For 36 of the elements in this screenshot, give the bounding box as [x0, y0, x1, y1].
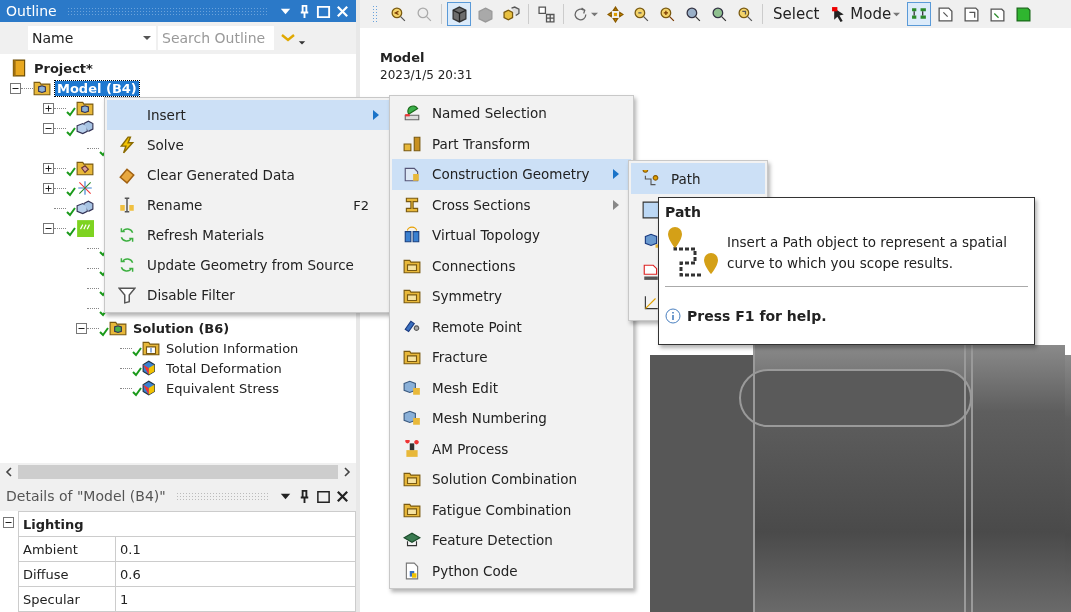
- shortcut-label: F2: [353, 197, 369, 213]
- timestamp: 2023/1/5 20:31: [380, 68, 474, 82]
- menu-label: Solution Combination: [432, 471, 579, 488]
- menu-label: Insert: [147, 107, 187, 123]
- menu-label: Python Code: [432, 562, 519, 579]
- menu-label: Cross Sections: [432, 196, 532, 213]
- menu-label: Symmetry: [432, 288, 503, 305]
- menu-label: Path: [671, 170, 702, 187]
- menu-label: AM Process: [432, 440, 510, 457]
- menu-label: Remote Point: [432, 318, 523, 335]
- menu-label: Feature Detection: [432, 532, 554, 549]
- help-text: Press F1 for help.: [687, 307, 827, 324]
- property-name: Diffuse: [19, 562, 116, 586]
- menu-label: Rename: [147, 197, 204, 213]
- menu-label: Part Transform: [432, 135, 532, 152]
- menu-label: Clear Generated Data: [147, 167, 296, 183]
- menu-label: Connections: [432, 257, 517, 274]
- menu-label: Disable Filter: [147, 287, 236, 303]
- menu-label: Fatigue Combination: [432, 501, 573, 518]
- model-title: Model: [380, 50, 426, 65]
- group-label: Lighting: [22, 516, 84, 532]
- panel-title: Outline: [6, 3, 57, 19]
- menu-label: Named Selection: [432, 105, 548, 122]
- property-name: Specular: [19, 587, 116, 611]
- tooltip-title: Path: [665, 204, 702, 220]
- menu-label: Mesh Edit: [432, 379, 499, 396]
- tooltip-text: Insert a Path object to represent a spatial curve to which you scope results.: [727, 233, 1008, 273]
- property-name: Ambient: [19, 537, 116, 561]
- menu-label: Fracture: [432, 349, 489, 366]
- menu-label: Virtual Topology: [432, 227, 541, 244]
- menu-label: Refresh Materials: [147, 227, 266, 243]
- menu-label: Solve: [147, 137, 185, 153]
- panel-title: Details of "Model (B4)": [6, 488, 166, 504]
- menu-label: Mesh Numbering: [432, 410, 548, 427]
- menu-label: Construction Geometry: [432, 166, 591, 183]
- menu-label: Update Geometry from Source: [147, 257, 355, 273]
